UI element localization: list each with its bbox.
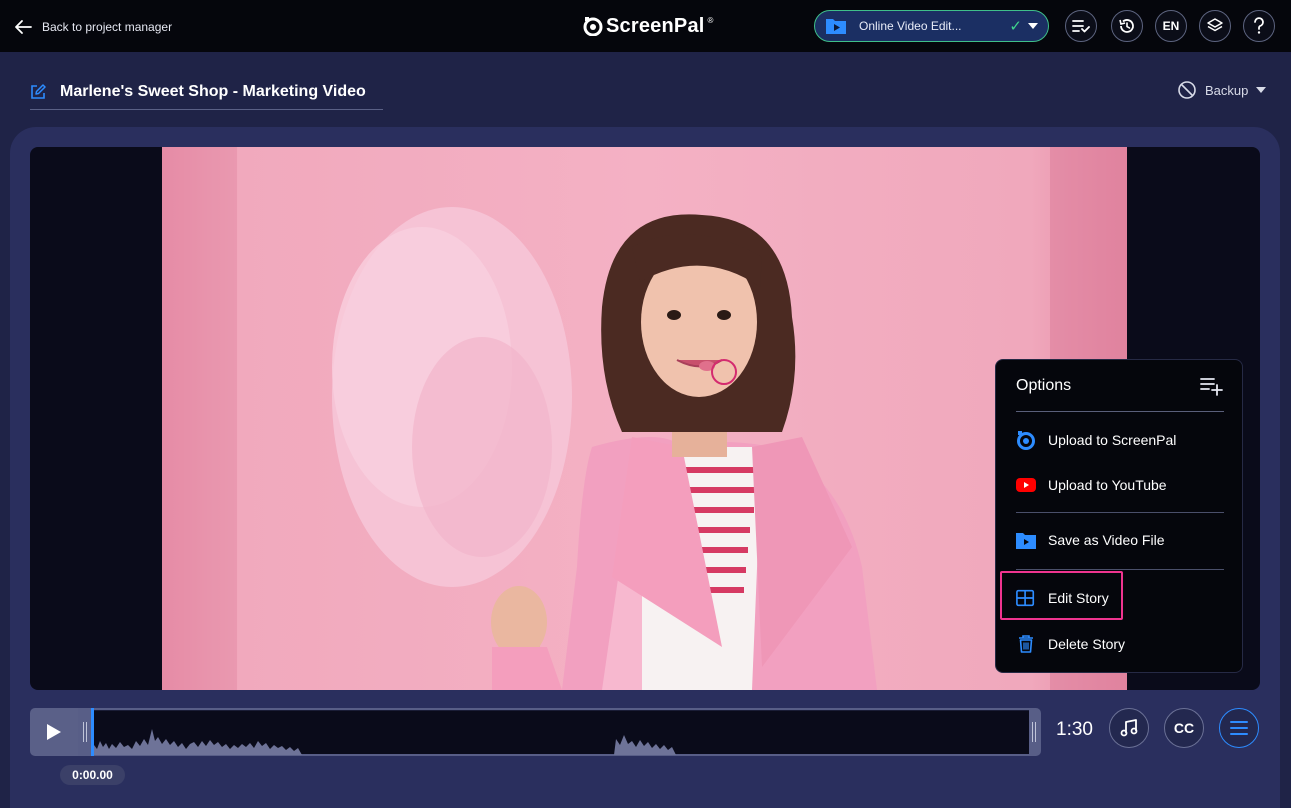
arrow-left-icon (15, 20, 32, 34)
options-menu-header: Options (1016, 360, 1224, 412)
no-backup-icon (1178, 81, 1196, 99)
current-time-badge: 0:00.00 (60, 765, 125, 785)
playlist-add-icon[interactable] (1200, 376, 1224, 396)
project-dropdown-label: Online Video Edit... (859, 19, 962, 33)
logo-registered-mark: ® (707, 16, 714, 25)
history-icon (1119, 19, 1134, 33)
hamburger-menu-icon (1230, 721, 1248, 735)
layers-icon (1207, 18, 1223, 32)
captions-label: CC (1173, 720, 1195, 736)
backup-label: Backup (1205, 82, 1249, 98)
youtube-icon (1016, 475, 1036, 495)
language-label: EN (1162, 19, 1180, 33)
play-button[interactable] (30, 708, 78, 756)
video-folder-icon (826, 19, 846, 34)
captions-button[interactable]: CC (1164, 708, 1204, 748)
edit-title-icon[interactable] (30, 83, 46, 100)
play-icon (47, 724, 61, 740)
edit-story-highlight-box (1000, 571, 1123, 620)
music-button[interactable] (1109, 708, 1149, 748)
option-label: Delete Story (1048, 636, 1126, 652)
video-duration: 1:30 (1056, 719, 1093, 740)
timeline-track[interactable] (78, 708, 1041, 756)
timeline-playhead[interactable] (91, 708, 94, 756)
screenpal-icon (1016, 430, 1036, 450)
project-dropdown[interactable]: Online Video Edit... ✓ (814, 10, 1049, 42)
chevron-down-icon (1028, 23, 1038, 29)
checklist-icon (1072, 20, 1090, 33)
logo-text: ScreenPal (606, 14, 705, 37)
options-menu: Options Upload to ScreenPal Upload to Yo… (995, 359, 1243, 673)
upload-to-screenpal-option[interactable]: Upload to ScreenPal (1016, 423, 1224, 457)
save-as-video-file-option[interactable]: Save as Video File (1016, 523, 1224, 557)
back-link-label: Back to project manager (42, 20, 173, 34)
option-label: Upload to YouTube (1048, 477, 1167, 493)
back-to-project-manager-link[interactable]: Back to project manager (14, 14, 172, 40)
backup-dropdown[interactable]: Backup (1177, 79, 1267, 101)
option-label: Save as Video File (1048, 532, 1165, 548)
music-note-icon (1120, 719, 1138, 737)
menu-divider (1016, 512, 1224, 513)
upload-to-youtube-option[interactable]: Upload to YouTube (1016, 468, 1224, 502)
option-label: Upload to ScreenPal (1048, 432, 1177, 448)
trash-icon (1016, 634, 1036, 654)
timeline-end-handle[interactable] (1032, 722, 1036, 742)
top-bar: Back to project manager ScreenPal ® Onli… (0, 0, 1291, 52)
waveform-graphic (92, 729, 676, 755)
video-preview-illustration (162, 147, 1127, 690)
help-icon (1254, 17, 1264, 34)
video-preview-image (162, 147, 1127, 690)
layers-button[interactable] (1199, 10, 1231, 42)
tasks-button[interactable] (1065, 10, 1097, 42)
audio-waveform[interactable] (92, 710, 1029, 755)
history-button[interactable] (1111, 10, 1143, 42)
options-menu-title: Options (1016, 376, 1072, 394)
chevron-down-icon (1256, 87, 1267, 93)
menu-button[interactable] (1219, 708, 1259, 748)
screenpal-logo: ScreenPal ® (583, 12, 713, 40)
project-title: Marlene's Sweet Shop - Marketing Video (60, 82, 366, 100)
delete-story-option[interactable]: Delete Story (1016, 627, 1224, 661)
timeline-start-handle[interactable] (83, 722, 87, 742)
video-folder-icon (1016, 530, 1036, 550)
language-button[interactable]: EN (1155, 10, 1187, 42)
saved-check-icon: ✓ (1009, 18, 1022, 35)
project-title-row[interactable]: Marlene's Sweet Shop - Marketing Video (30, 74, 383, 110)
help-button[interactable] (1243, 10, 1275, 42)
menu-divider (1016, 569, 1224, 570)
screenpal-logo-icon (583, 17, 603, 36)
